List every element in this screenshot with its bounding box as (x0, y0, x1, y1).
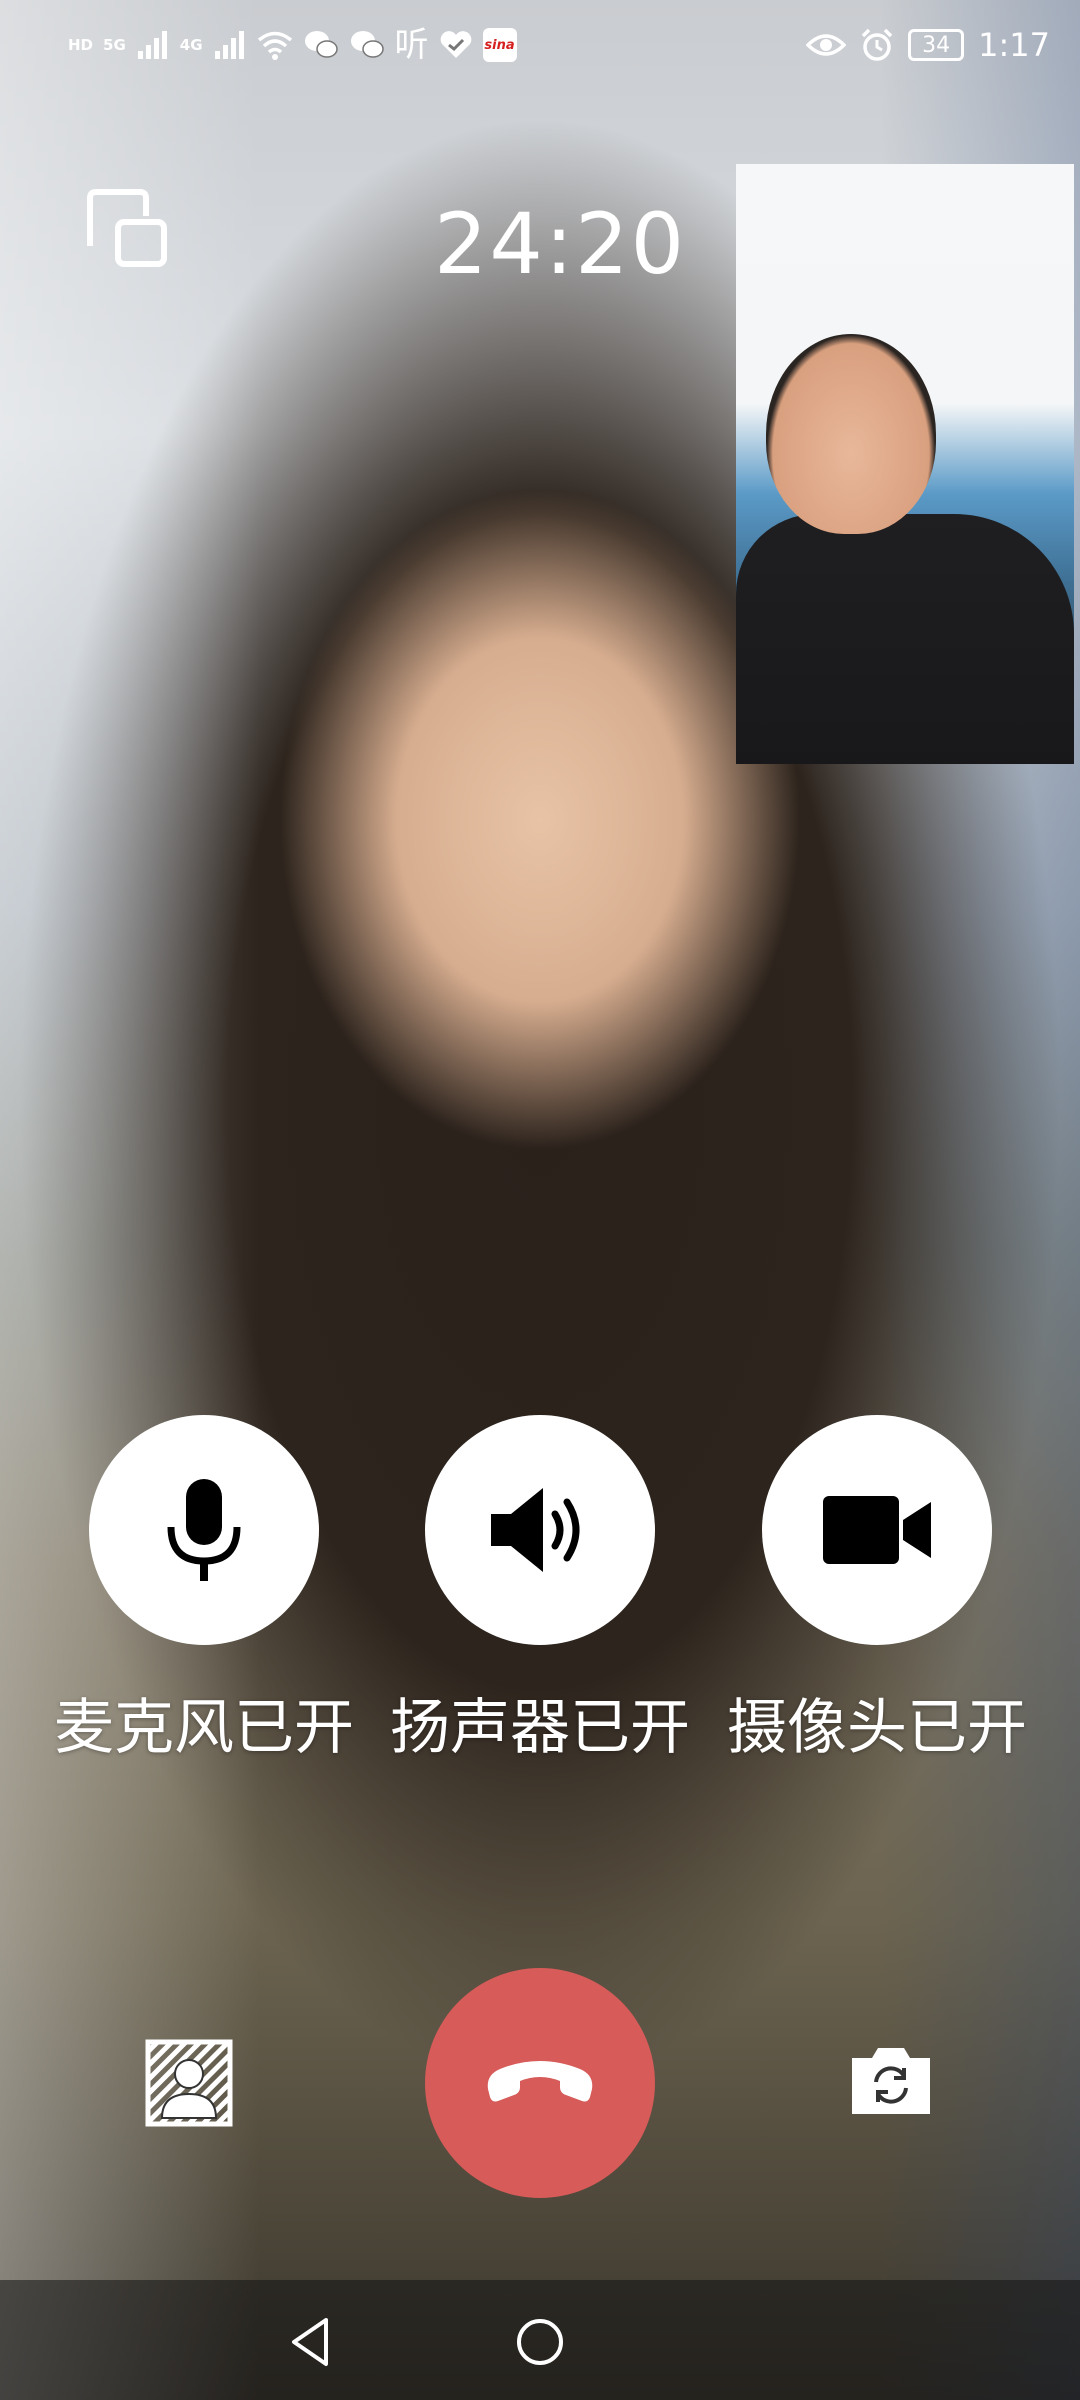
microphone-toggle[interactable]: 麦克风已开 (54, 1415, 354, 1773)
picture-in-picture-icon (87, 189, 167, 267)
status-clock: 1:17 (978, 26, 1050, 64)
preview-body (736, 514, 1074, 764)
camera-toggle[interactable]: 摄像头已开 (727, 1415, 1027, 1773)
wechat-icon (304, 31, 338, 58)
microphone-label: 麦克风已开 (54, 1693, 354, 1763)
wifi-icon (257, 31, 292, 60)
speaker-label: 扬声器已开 (390, 1693, 690, 1763)
background-blur-button[interactable] (144, 2038, 234, 2128)
hangup-button[interactable] (425, 1968, 655, 2198)
status-left: HD 5G 4G 听 sina (68, 28, 517, 62)
switch-camera-button[interactable] (846, 2040, 936, 2130)
listen-app-icon: 听 (394, 25, 429, 65)
network-5g-tag: 5G (103, 36, 126, 54)
battery-indicator: 34 (908, 29, 965, 61)
speaker-icon (491, 1488, 580, 1572)
preview-face (766, 334, 936, 534)
sina-app-icon: sina (482, 28, 517, 62)
speaker-toggle[interactable]: 扬声器已开 (390, 1415, 690, 1773)
microphone-icon (167, 1479, 241, 1581)
microphone-button[interactable] (89, 1415, 319, 1645)
status-right: 34 1:17 (806, 26, 1050, 64)
health-heart-icon (440, 31, 471, 58)
hd-tag: HD (68, 36, 94, 54)
floating-window-button[interactable] (84, 188, 174, 278)
camera-button[interactable] (762, 1415, 992, 1645)
network-4g-tag: 4G (179, 36, 203, 54)
video-call-screen: HD 5G 4G 听 sina 34 1:17 24:20 麦克风已开 扬声器已… (0, 0, 1080, 2400)
camera-label: 摄像头已开 (727, 1693, 1027, 1763)
local-camera-preview[interactable] (736, 164, 1074, 764)
signal-icon (137, 31, 167, 59)
nav-home-button[interactable] (510, 2312, 570, 2372)
camera-switch-icon (852, 2048, 930, 2114)
home-circle-icon (517, 2319, 563, 2365)
portrait-background-icon (145, 2039, 233, 2127)
nav-back-button[interactable] (282, 2312, 342, 2372)
signal-icon (214, 31, 244, 59)
call-duration: 24:20 (433, 195, 687, 293)
back-triangle-icon (292, 2318, 328, 2366)
phone-hangup-icon (487, 2061, 593, 2102)
speaker-button[interactable] (425, 1415, 655, 1645)
status-bar: HD 5G 4G 听 sina 34 1:17 (0, 0, 1080, 110)
alarm-icon (861, 28, 893, 61)
video-camera-icon (823, 1496, 931, 1564)
wechat-icon (350, 31, 384, 58)
eye-comfort-icon (806, 34, 847, 56)
navigation-bar (0, 2290, 1080, 2400)
